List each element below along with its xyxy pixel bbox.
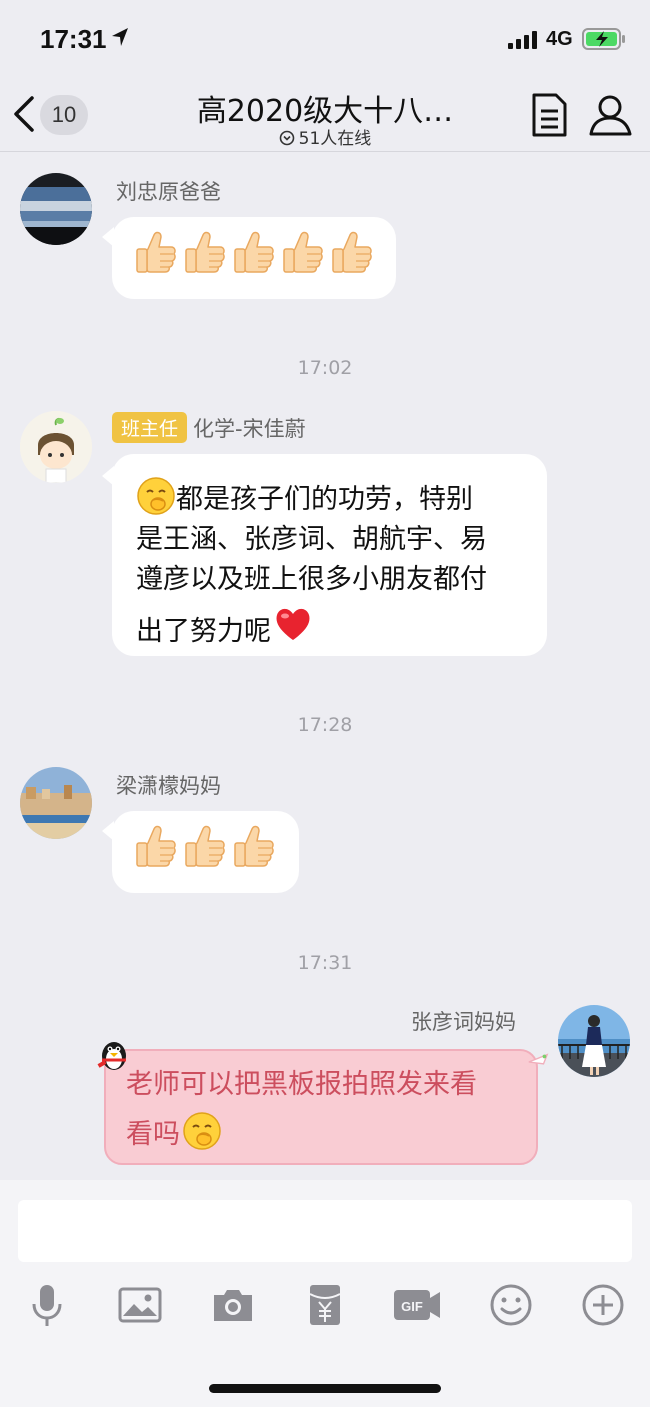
thumbs-up-emoji [136, 825, 176, 867]
thumbs-up-row [134, 823, 275, 873]
sender-name: 刘忠原爸爸 [116, 180, 221, 204]
town-avatar-image [20, 767, 92, 839]
back-chevron-icon[interactable] [10, 94, 38, 134]
thumbs-up-emoji [283, 231, 323, 273]
message-line: 都是孩子们的功劳，特别 [136, 476, 536, 520]
timestamp: 17:02 [297, 357, 353, 379]
message-bubble[interactable]: 都是孩子们的功劳，特别 是王涵、张彦词、胡航宇、易 遵彦以及班上很多小朋友都付 … [102, 454, 547, 656]
plus-icon[interactable] [580, 1282, 626, 1328]
gif-icon[interactable]: GIF [392, 1282, 442, 1328]
message-line: 遵彦以及班上很多小朋友都付 [136, 564, 487, 595]
message-bubble[interactable] [102, 217, 396, 299]
red-heart-emoji [276, 608, 310, 640]
message-bubble[interactable]: 老师可以把黑板报拍照发来看 看吗 [104, 1049, 538, 1165]
avatar[interactable] [20, 411, 92, 483]
home-indicator[interactable] [209, 1384, 441, 1393]
message-input[interactable] [18, 1200, 632, 1262]
message-line: 看吗 [126, 1111, 526, 1155]
microphone-icon[interactable] [24, 1282, 70, 1328]
message-line: 出了努力呢 [136, 604, 536, 652]
message-text: 老师可以把黑板报拍照发来看 看吗 [126, 1065, 526, 1155]
camera-icon[interactable] [210, 1282, 256, 1328]
network-type: 4G [546, 28, 573, 50]
shy-face-emoji [183, 1112, 221, 1150]
avatar[interactable] [20, 767, 92, 839]
sender-name: 梁潇檬妈妈 [116, 774, 221, 798]
online-count[interactable]: 51人在线 [240, 124, 410, 149]
thumbs-up-emoji [234, 231, 274, 273]
status-time: 17:31 [40, 24, 107, 54]
timestamp: 17:28 [297, 714, 353, 736]
bubble-tail [102, 821, 114, 841]
avatar[interactable] [558, 1005, 630, 1077]
sender-name: 张彦词妈妈 [411, 1010, 516, 1034]
landscape-avatar-image [20, 173, 92, 245]
status-bar: 17:31 4G [0, 0, 650, 78]
thumbs-up-emoji [185, 825, 225, 867]
chat-header: 10 高2020级大十八… 51人在线 [0, 78, 650, 152]
sender-name: 化学-宋佳蔚 [193, 417, 306, 441]
bubble-tail [102, 227, 114, 247]
sparkle-decoration-icon [528, 1053, 549, 1065]
red-packet-icon[interactable] [302, 1282, 348, 1328]
signal-icon [508, 31, 537, 49]
svg-text:GIF: GIF [401, 1299, 423, 1314]
sender-name-row: 班主任 化学-宋佳蔚 [112, 412, 306, 443]
thumbs-up-row [134, 229, 373, 279]
image-icon[interactable] [117, 1282, 163, 1328]
message-line: 老师可以把黑板报拍照发来看 [126, 1069, 477, 1100]
role-tag: 班主任 [112, 412, 188, 443]
message-text: 都是孩子们的功劳，特别 是王涵、张彦词、胡航宇、易 遵彦以及班上很多小朋友都付 … [136, 476, 536, 652]
penguin-sticker-icon [97, 1042, 126, 1070]
message-bubble[interactable] [102, 811, 299, 893]
online-status-icon [279, 130, 294, 146]
thumbs-up-emoji [332, 231, 372, 273]
thumbs-up-emoji [185, 231, 225, 273]
thumbs-up-emoji [234, 825, 274, 867]
message-line: 是王涵、张彦词、胡航宇、易 [136, 524, 487, 555]
thumbs-up-emoji [136, 231, 176, 273]
shy-face-emoji [137, 477, 175, 515]
seaside-person-avatar-image [558, 1005, 630, 1077]
bubble-tail [102, 466, 114, 486]
group-members-icon[interactable] [588, 94, 634, 136]
emoji-icon[interactable] [488, 1282, 534, 1328]
unread-count-badge[interactable]: 10 [40, 95, 88, 135]
online-count-label: 51人在线 [298, 129, 372, 149]
avatar[interactable] [20, 173, 92, 245]
location-arrow-icon [112, 28, 128, 46]
timestamp: 17:31 [297, 952, 353, 974]
battery-charging-icon [582, 28, 625, 50]
cartoon-boy-avatar-image [20, 411, 92, 483]
document-icon[interactable] [530, 93, 568, 137]
toolbar: GIF [0, 1282, 650, 1332]
